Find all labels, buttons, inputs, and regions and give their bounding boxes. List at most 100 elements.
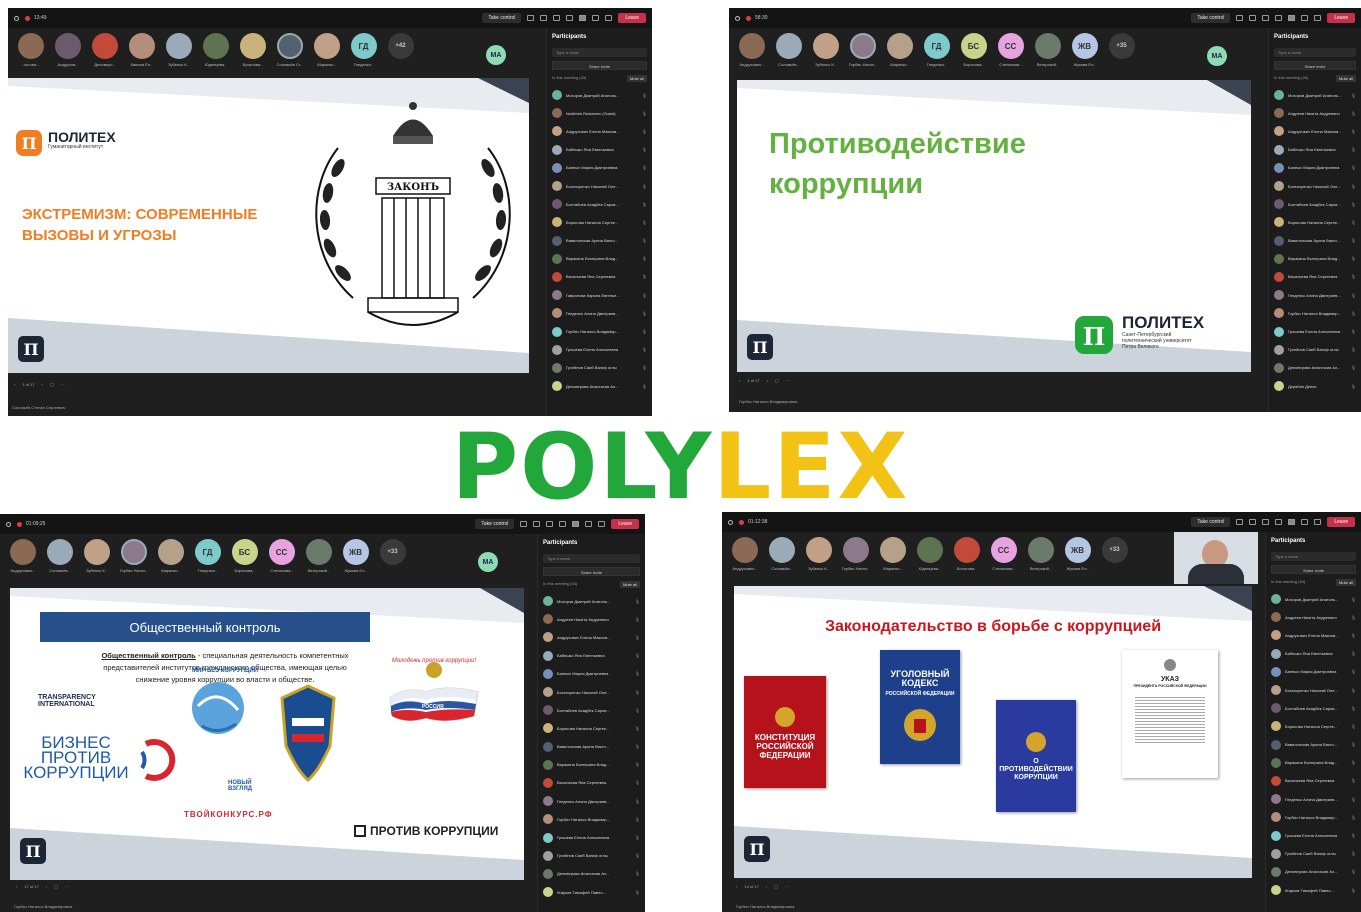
slide-navigation[interactable]: ‹ 17 of 17 › ▢ ···	[16, 884, 69, 889]
share-icon[interactable]	[605, 15, 613, 21]
participant-row[interactable]: Андрухович Елена Максим... 🎙︎	[1274, 122, 1356, 140]
strip-more[interactable]: +33	[374, 535, 411, 568]
more-icon[interactable]: ···	[785, 884, 789, 889]
participant-row[interactable]: Андреев Никита Андреевич 🎙︎	[543, 610, 640, 628]
participant-row[interactable]: Деловерова Анастасия Ал... 🎙︎	[543, 865, 640, 883]
mic-icon[interactable]	[1301, 519, 1309, 525]
reactions-icon[interactable]	[546, 521, 554, 527]
participant-row[interactable]: Вавилонская Арина Викто... 🎙︎	[1271, 736, 1356, 754]
people-icon[interactable]	[520, 521, 528, 527]
participant-row[interactable]: Горбач Наталья Владимир... 🎙︎	[552, 322, 647, 340]
participant-row[interactable]: Богатыренко Николай Оле... 🎙︎	[1271, 681, 1356, 699]
participant-row[interactable]: Грошева Елена Алексеевна 🎙︎	[1274, 322, 1356, 340]
participant-row[interactable]: Банных Мария Дмитриевна 🎙︎	[543, 665, 640, 683]
prev-slide-icon[interactable]: ‹	[14, 382, 15, 387]
people-icon[interactable]	[1236, 519, 1244, 525]
strip-avatar[interactable]: Юденцева..	[911, 533, 948, 571]
participant-search-input[interactable]: Type a name	[1271, 552, 1356, 561]
strip-avatar[interactable]: Болотова..	[948, 533, 985, 571]
strip-avatar[interactable]: СС Степанова..	[985, 533, 1022, 571]
leave-button[interactable]: Leave	[1327, 517, 1355, 527]
strip-avatar[interactable]: Деловеро..	[86, 29, 123, 67]
strip-avatar[interactable]: Андрухович..	[726, 533, 763, 571]
participant-row[interactable]: Борисова Наталия Сергее... 🎙︎	[552, 213, 647, 231]
next-slide-icon[interactable]: ›	[46, 884, 47, 889]
participant-row[interactable]: Гусейнов Саиб Вагиф оглы 🎙︎	[1271, 845, 1356, 863]
participant-row[interactable]: Бабешко Яна Евгеньевна 🎙︎	[1271, 645, 1356, 663]
strip-avatar[interactable]: Венгрский..	[1022, 533, 1059, 571]
more-icon[interactable]: ···	[65, 884, 69, 889]
participant-row[interactable]: Грошева Елена Алексеевна 🎙︎	[1271, 826, 1356, 844]
mute-all-button[interactable]: Mute all	[626, 75, 647, 82]
participant-row[interactable]: Жарков Тимофей Павло... 🎙︎	[1271, 881, 1356, 899]
prev-slide-icon[interactable]: ‹	[16, 884, 17, 889]
share-invite-button[interactable]: Share invite	[1271, 565, 1356, 574]
strip-avatar[interactable]: Горбач Натал..	[837, 533, 874, 571]
next-slide-icon[interactable]: ›	[767, 378, 768, 383]
participant-row[interactable]: Васильева Яна Сергеевна 🎙︎	[552, 268, 647, 286]
participant-row[interactable]: Бабешко Яна Евгеньевна 🎙︎	[543, 647, 640, 665]
strip-avatar[interactable]: Маранко..	[874, 533, 911, 571]
participant-row[interactable]: Васильева Яна Сергеевна 🎙︎	[1274, 268, 1356, 286]
participant-row[interactable]: Борисова Наталия Сергее... 🎙︎	[543, 719, 640, 737]
participant-row[interactable]: Банных Мария Дмитриевна 🎙︎	[1274, 159, 1356, 177]
chat-icon[interactable]	[1249, 519, 1257, 525]
participant-row[interactable]: Варакина Екатерина Влад... 🎙︎	[1271, 754, 1356, 772]
share-invite-button[interactable]: Share invite	[552, 61, 647, 70]
strip-avatar[interactable]: Зубенко К..	[160, 29, 197, 67]
slide-navigation[interactable]: ‹ 1 of 17 › ▢ ···	[739, 378, 790, 383]
view-icon[interactable]	[559, 521, 567, 527]
mute-all-button[interactable]: Mute all	[1335, 579, 1356, 586]
share-icon[interactable]	[1314, 15, 1322, 21]
participant-row[interactable]: Банных Мария Дмитриевна 🎙︎	[552, 159, 647, 177]
participant-row[interactable]: Мохоров Дмитрий Анатоль... 🎙︎	[543, 592, 640, 610]
strip-avatar[interactable]: Маранко..	[152, 535, 189, 573]
participant-row[interactable]: Банных Мария Дмитриевна 🎙︎	[1271, 663, 1356, 681]
participant-row[interactable]: Горбач Наталья Владимир... 🎙︎	[1271, 808, 1356, 826]
participant-row[interactable]: Деловерова Анастасия Ал... 🎙︎	[552, 377, 647, 395]
participant-row[interactable]: Гаврилова Карина Евгенье... 🎙︎	[552, 286, 647, 304]
reactions-icon[interactable]	[1262, 15, 1270, 21]
participant-row[interactable]: Болтабоев Асадбек Саров... 🎙︎	[1274, 195, 1356, 213]
strip-avatar[interactable]: Соловьёв Ст..	[271, 29, 308, 67]
chat-icon[interactable]	[1249, 15, 1257, 21]
participant-row[interactable]: Варакина Екатерина Влад... 🎙︎	[1274, 250, 1356, 268]
slide-navigation[interactable]: ‹ 14 of 17 › ▢ ···	[736, 884, 789, 889]
strip-more[interactable]: +33	[1096, 533, 1133, 566]
strip-avatar[interactable]: Зубенко К..	[800, 533, 837, 571]
participant-row[interactable]: Борисова Наталия Сергее... 🎙︎	[1271, 717, 1356, 735]
strip-avatar[interactable]: ЖВ Жукова Ел..	[1059, 533, 1096, 571]
strip-avatar[interactable]: Андрухович..	[4, 535, 41, 573]
strip-avatar[interactable]: СС Степанова..	[992, 29, 1029, 67]
participant-row[interactable]: Мохоров Дмитрий Анатоль... 🎙︎	[1271, 590, 1356, 608]
more-icon[interactable]: ···	[61, 382, 65, 387]
participant-row[interactable]: Андреев Никита Андреевич 🎙︎	[1271, 608, 1356, 626]
participant-row[interactable]: Андрухович Елена Максим... 🎙︎	[552, 122, 647, 140]
participant-row[interactable]: Nodirbek Rustamov (Guest) 🎙︎	[552, 104, 647, 122]
participant-row[interactable]: Вавилонская Арина Викто... 🎙︎	[543, 738, 640, 756]
strip-more[interactable]: +35	[1103, 29, 1140, 62]
strip-avatar[interactable]: ГД Гнеденко..	[918, 29, 955, 67]
participant-row[interactable]: Варакина Екатерина Влад... 🎙︎	[543, 756, 640, 774]
strip-avatar[interactable]: Соловьёв..	[763, 533, 800, 571]
prev-slide-icon[interactable]: ‹	[739, 378, 740, 383]
strip-avatar[interactable]: Бухалова..	[234, 29, 271, 67]
strip-avatar[interactable]: Зубенко К..	[807, 29, 844, 67]
participant-row[interactable]: Гусейнов Саиб Вагиф оглы 🎙︎	[1274, 341, 1356, 359]
participant-row[interactable]: Гнеденко Алина Дмитриев... 🎙︎	[552, 304, 647, 322]
share-icon[interactable]	[598, 521, 606, 527]
participant-row[interactable]: Болтабоев Асадбек Саров... 🎙︎	[552, 195, 647, 213]
strip-avatar[interactable]: ЖВ Жукова Ел..	[1066, 29, 1103, 67]
participant-row[interactable]: Болтабоев Асадбек Саров... 🎙︎	[543, 701, 640, 719]
more-icon[interactable]: ···	[786, 378, 790, 383]
participant-row[interactable]: Бабешко Яна Евгеньевна 🎙︎	[552, 141, 647, 159]
strip-avatar[interactable]: СС Степанова..	[263, 535, 300, 573]
reactions-icon[interactable]	[553, 15, 561, 21]
participant-row[interactable]: Гнеденко Алина Дмитриев... 🎙︎	[1274, 286, 1356, 304]
participant-row[interactable]: Гусейнов Саиб Вагиф оглы 🎙︎	[543, 847, 640, 865]
participant-row[interactable]: Грошева Елена Алексеевна 🎙︎	[543, 828, 640, 846]
strip-avatar[interactable]: Андрухович..	[733, 29, 770, 67]
strip-avatar[interactable]: БС Борисова..	[955, 29, 992, 67]
participant-row[interactable]: Деловерова Анастасия Ал... 🎙︎	[1271, 863, 1356, 881]
view-icon[interactable]	[566, 15, 574, 21]
